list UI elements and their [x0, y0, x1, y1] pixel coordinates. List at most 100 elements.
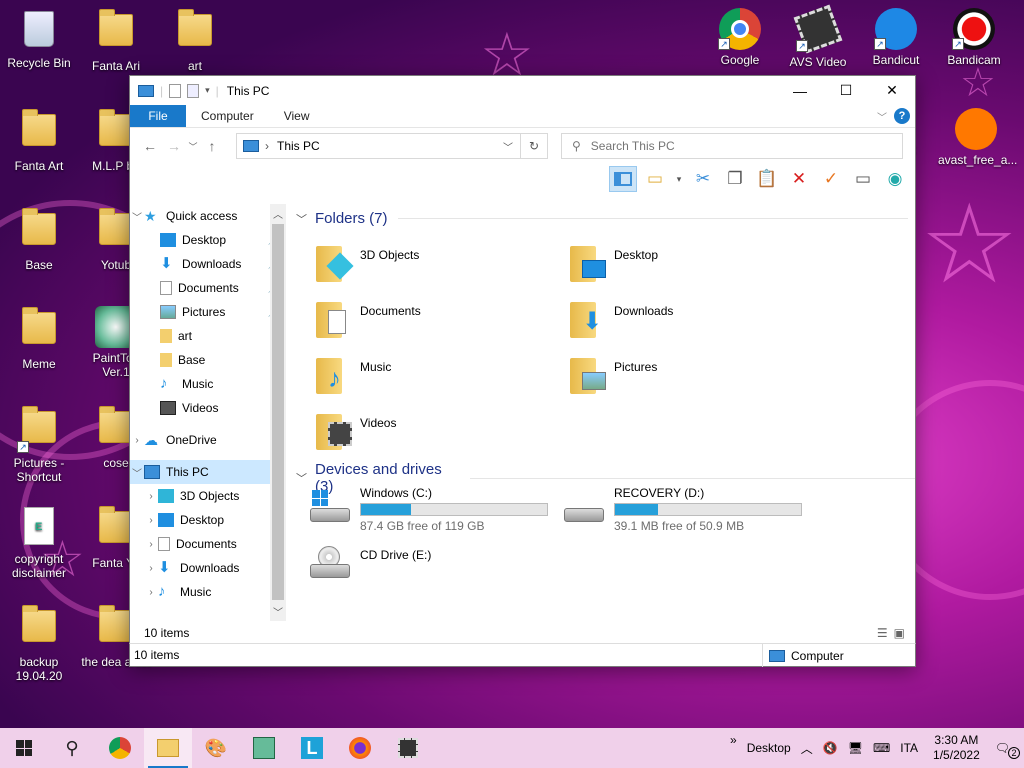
scroll-down-icon[interactable]: ﹀	[270, 604, 286, 619]
desktop-icon-google[interactable]: ↗ Google	[702, 8, 778, 67]
desktop-icon-bandicut[interactable]: ↗ Bandicut	[858, 8, 934, 67]
desktop-icon-backup[interactable]: backup 19.04.20	[1, 604, 77, 683]
search-box[interactable]: ⚲	[561, 133, 903, 159]
desktop-icon-avs-video[interactable]: ↗ AVS Video	[780, 4, 856, 69]
forward-button[interactable]: →	[162, 138, 186, 154]
nav-qa-downloads[interactable]: ⬇ Downloads 📌	[130, 252, 286, 276]
tab-computer[interactable]: Computer	[186, 105, 269, 127]
desktop-icon-meme[interactable]: Meme	[1, 306, 77, 371]
desktop-toolbar-label[interactable]: Desktop	[742, 741, 796, 755]
folder-3d-objects[interactable]: 3D Objects	[314, 242, 554, 282]
desktop-icon-fanta-ari[interactable]: Fanta Ari	[78, 8, 154, 73]
expand-icon[interactable]: ›	[144, 491, 158, 502]
taskbar-chrome[interactable]	[96, 728, 144, 768]
language-indicator[interactable]: ITA	[895, 741, 923, 755]
rename-check-icon[interactable]: ✓	[817, 166, 845, 192]
close-button[interactable]: ✕	[869, 76, 915, 105]
recent-locations-icon[interactable]: ﹀	[186, 140, 200, 153]
nav-pc-documents[interactable]: › Documents	[130, 532, 286, 556]
drive-d[interactable]: RECOVERY (D:) 39.1 MB free of 50.9 MB	[562, 486, 812, 533]
delete-icon[interactable]: ✕	[785, 166, 813, 192]
network-icon[interactable]: 🖥	[843, 741, 868, 755]
large-icons-view-icon[interactable]: ▣	[894, 626, 905, 640]
start-button[interactable]	[0, 728, 48, 768]
desktop-icon-pictures-shortcut[interactable]: ↗ Pictures - Shortcut	[1, 405, 77, 484]
chevron-down-icon[interactable]: ﹀	[503, 139, 513, 154]
desktop-icon-copyright[interactable]: copyright disclaimer	[1, 505, 77, 580]
volume-muted-icon[interactable]: 🔇	[818, 741, 843, 755]
desktop-icon-base[interactable]: Base	[1, 207, 77, 272]
breadcrumb[interactable]: This PC	[277, 139, 320, 153]
taskbar-paint[interactable]: 🎨	[192, 728, 240, 768]
clock[interactable]: 3:30 AM 1/5/2022	[923, 733, 990, 763]
notifications-button[interactable]: 🗨 2	[990, 741, 1024, 759]
desktop-icon-art[interactable]: art	[157, 8, 233, 73]
expand-icon[interactable]: ﹀	[130, 209, 144, 224]
folders-group-header[interactable]: ﹀ Folders (7)	[296, 210, 908, 227]
nav-pc-desktop[interactable]: › Desktop	[130, 508, 286, 532]
cut-icon[interactable]: ✂	[689, 166, 717, 192]
help-icon[interactable]: ?	[894, 108, 910, 124]
paste-icon[interactable]: 📋	[753, 166, 781, 192]
refresh-button[interactable]: ↻	[520, 133, 548, 159]
drive-e[interactable]: CD Drive (E:)	[308, 546, 558, 580]
collapse-icon[interactable]: ﹀	[296, 470, 307, 486]
folder-pictures[interactable]: Pictures	[568, 354, 808, 394]
tab-view[interactable]: View	[269, 105, 325, 127]
new-folder-button[interactable]: ▭	[641, 166, 669, 192]
properties-icon[interactable]	[169, 83, 182, 98]
nav-qa-videos[interactable]: Videos	[130, 396, 286, 420]
nav-pane-scrollbar[interactable]: ︿ ﹀	[270, 204, 286, 621]
nav-pc-music[interactable]: › ♪ Music	[130, 580, 286, 604]
nav-qa-pictures[interactable]: Pictures 📌	[130, 300, 286, 324]
desktop-icon-bandicam[interactable]: ↗ Bandicam	[936, 8, 1012, 67]
expand-icon[interactable]: ›	[144, 563, 158, 574]
taskbar-firefox[interactable]	[336, 728, 384, 768]
search-button[interactable]: ⚲	[48, 728, 96, 768]
taskbar-avs-video[interactable]	[384, 728, 432, 768]
desktop-icon-fanta-art[interactable]: Fanta Art	[1, 108, 77, 173]
minimize-button[interactable]: —	[777, 76, 823, 105]
drive-c[interactable]: Windows (C:) 87.4 GB free of 119 GB	[308, 486, 558, 533]
nav-qa-documents[interactable]: Documents 📌	[130, 276, 286, 300]
network-globe-icon[interactable]: ◉	[881, 166, 909, 192]
nav-this-pc[interactable]: ﹀ This PC	[130, 460, 286, 484]
scroll-up-icon[interactable]: ︿	[270, 206, 286, 221]
scrollbar-thumb[interactable]	[272, 224, 284, 600]
up-button[interactable]: ↑	[200, 138, 224, 154]
desktop-icon-recycle-bin[interactable]: Recycle Bin	[1, 8, 77, 70]
folder-videos[interactable]: Videos	[314, 410, 554, 450]
nav-pc-downloads[interactable]: › ⬇ Downloads	[130, 556, 286, 580]
expand-icon[interactable]: ›	[144, 515, 158, 526]
expand-icon[interactable]: ›	[144, 587, 158, 598]
folder-documents[interactable]: Documents	[314, 298, 554, 338]
nav-qa-base[interactable]: Base	[130, 348, 286, 372]
keyboard-icon[interactable]: ⌨	[868, 741, 895, 755]
desktop-icon-avast[interactable]: avast_free_a...	[938, 108, 1017, 167]
chevron-down-icon[interactable]: ▾	[673, 166, 685, 192]
properties-icon[interactable]: ▭	[849, 166, 877, 192]
address-bar[interactable]: › This PC ﹀	[236, 133, 548, 159]
nav-qa-desktop[interactable]: Desktop 📌	[130, 228, 286, 252]
nav-pc-3d-objects[interactable]: › 3D Objects	[130, 484, 286, 508]
back-button[interactable]: ←	[138, 138, 162, 154]
nav-quick-access[interactable]: ﹀ ★ Quick access	[130, 204, 286, 228]
tab-file[interactable]: File	[130, 105, 186, 127]
search-input[interactable]	[590, 139, 891, 153]
details-view-icon[interactable]: ☰	[877, 626, 888, 640]
folder-desktop[interactable]: Desktop	[568, 242, 808, 282]
nav-qa-art[interactable]: art	[130, 324, 286, 348]
nav-onedrive[interactable]: › ☁ OneDrive	[130, 428, 286, 452]
customize-dropdown-icon[interactable]: ▾	[205, 85, 210, 96]
folder-downloads[interactable]: ⬇ Downloads	[568, 298, 808, 338]
collapse-icon[interactable]: ﹀	[296, 211, 307, 227]
maximize-button[interactable]: ☐	[823, 76, 869, 105]
copy-icon[interactable]: ❐	[721, 166, 749, 192]
expand-ribbon-icon[interactable]: ﹀	[877, 109, 887, 124]
toolbar-more-icon[interactable]: »	[725, 733, 742, 747]
expand-icon[interactable]: ›	[130, 435, 144, 446]
new-folder-icon[interactable]	[187, 83, 200, 98]
nav-qa-music[interactable]: ♪ Music	[130, 372, 286, 396]
expand-icon[interactable]: ›	[144, 539, 158, 550]
taskbar-l-app[interactable]: L	[288, 728, 336, 768]
